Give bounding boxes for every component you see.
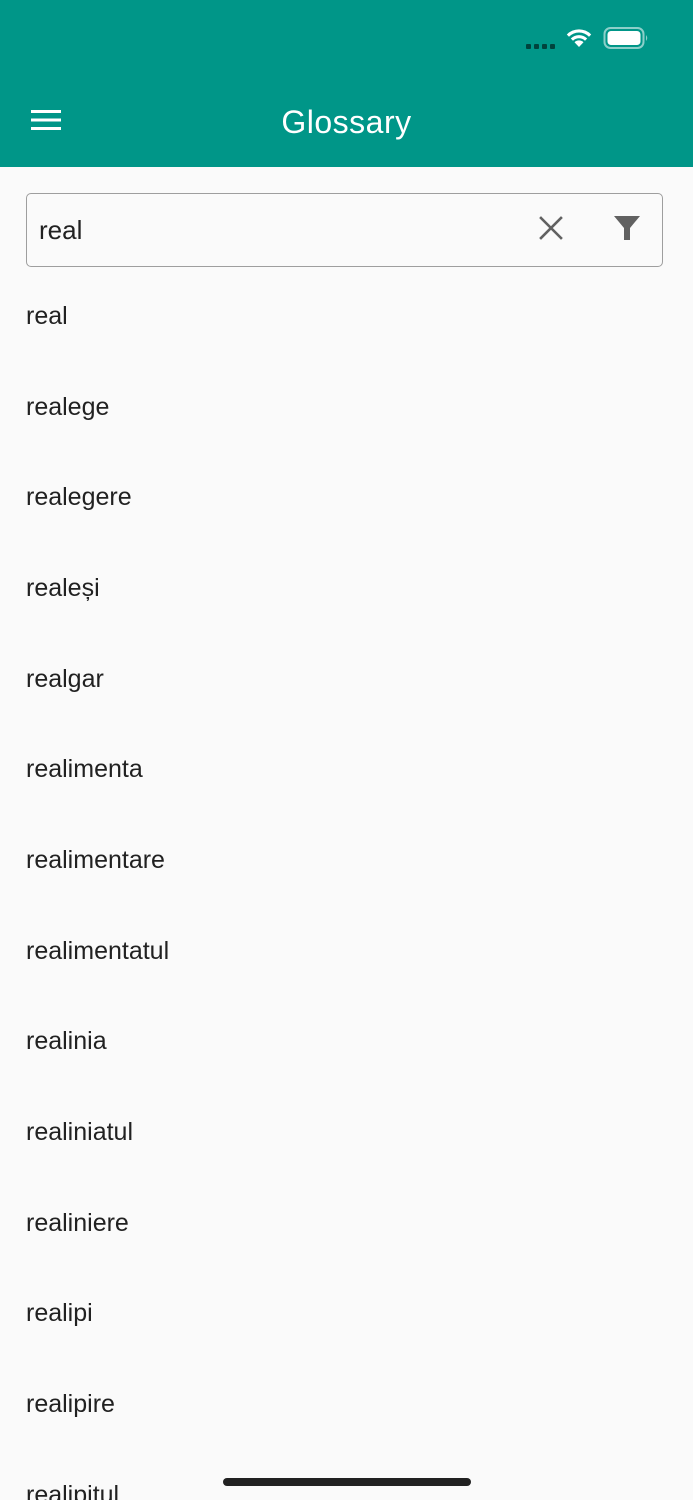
filter-icon [613,214,641,247]
list-item[interactable]: realeși [0,543,693,634]
list-item[interactable]: realipitul [0,1450,693,1500]
filter-button[interactable] [603,206,651,254]
list-item[interactable]: realegere [0,452,693,543]
close-icon [539,215,563,245]
home-indicator [223,1478,471,1486]
list-item[interactable]: realinia [0,997,693,1088]
list-item[interactable]: realipi [0,1269,693,1360]
page-title: Glossary [281,104,412,140]
list-item[interactable]: realimentatul [0,906,693,997]
app-bar: Glossary [0,0,693,167]
menu-button[interactable] [22,100,70,144]
status-bar [526,26,649,55]
hamburger-menu-icon [31,109,61,136]
list-item[interactable]: realgar [0,634,693,725]
list-item[interactable]: realiniatul [0,1087,693,1178]
signal-icon [526,31,555,50]
search-input[interactable] [39,194,509,266]
list-item[interactable]: realimentare [0,815,693,906]
word-list: real realege realegere realeși realgar realim… [0,271,693,1500]
list-item[interactable]: realiniere [0,1178,693,1269]
list-item[interactable]: realimenta [0,724,693,815]
battery-icon [603,26,649,55]
glossary-screen: Glossary realrealegerealegererealeșireal… [0,0,693,1500]
clear-search-button[interactable] [527,206,575,254]
list-item[interactable]: realipire [0,1359,693,1450]
list-item[interactable]: real [0,271,693,362]
search-field [26,193,663,267]
wifi-icon [565,27,593,54]
list-item[interactable]: realege [0,362,693,453]
